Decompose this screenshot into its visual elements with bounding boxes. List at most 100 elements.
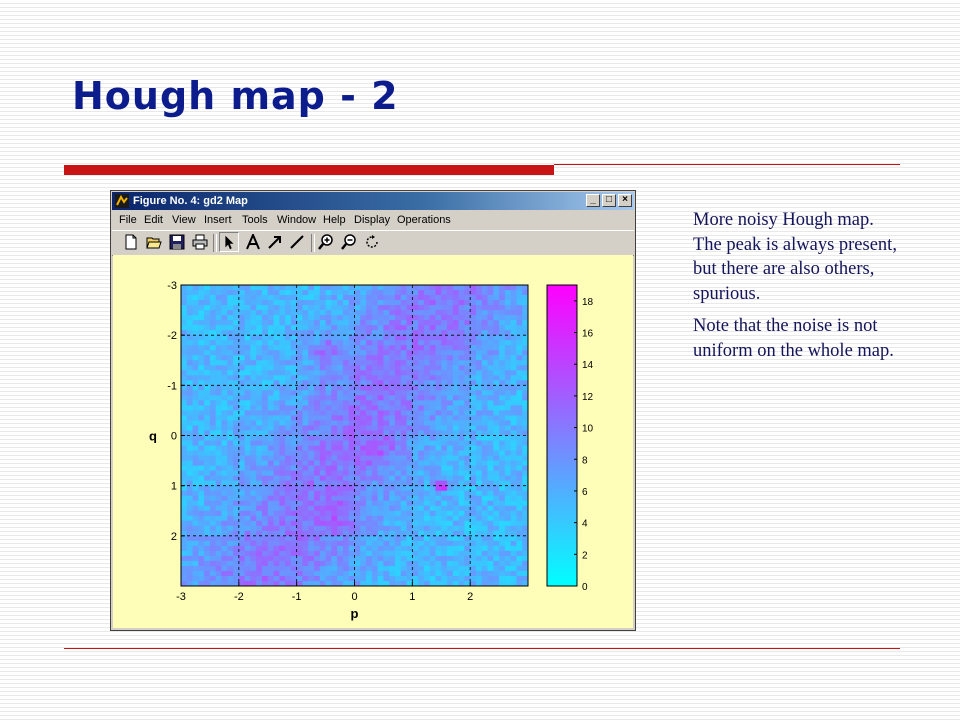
heatmap-cell xyxy=(227,520,234,527)
print-icon[interactable] xyxy=(192,234,208,250)
zoom-in-icon[interactable] xyxy=(318,234,334,250)
heatmap-cell xyxy=(337,295,344,301)
heatmap-cell xyxy=(516,470,523,477)
heatmap-cell xyxy=(238,285,246,291)
menu-file[interactable]: File xyxy=(119,211,137,229)
save-icon[interactable] xyxy=(169,234,185,250)
menu-window[interactable]: Window xyxy=(277,211,316,229)
heatmap-cell xyxy=(499,380,506,386)
heatmap-cell xyxy=(389,420,396,426)
menu-operations[interactable]: Operations xyxy=(397,211,451,229)
heatmap-cell xyxy=(510,470,517,477)
heatmap-cell xyxy=(279,520,286,527)
arrow-insert-icon[interactable] xyxy=(267,234,283,250)
heatmap-cell xyxy=(204,570,211,577)
heatmap-cell xyxy=(423,540,431,547)
heatmap-cell xyxy=(360,565,367,572)
heatmap-cell xyxy=(256,460,263,466)
heatmap-cell xyxy=(360,320,367,326)
heatmap-cell xyxy=(441,545,448,552)
menu-edit[interactable]: Edit xyxy=(144,211,163,229)
heatmap-cell xyxy=(522,365,529,371)
heatmap-cell xyxy=(302,355,309,361)
heatmap-cell xyxy=(394,400,402,406)
heatmap-cell xyxy=(464,550,471,557)
heatmap-cell xyxy=(308,460,315,466)
heatmap-cell xyxy=(435,465,442,472)
heatmap-cell xyxy=(267,290,274,296)
heatmap-cell xyxy=(227,345,234,351)
heatmap-cell xyxy=(233,455,240,461)
heatmap-cell xyxy=(458,465,465,472)
new-file-icon[interactable] xyxy=(123,234,139,250)
minimize-button[interactable]: _ xyxy=(586,194,600,207)
heatmap-cell xyxy=(499,345,506,351)
heatmap-cell xyxy=(314,375,321,381)
heatmap-cell xyxy=(447,455,454,461)
heatmap-cell xyxy=(418,355,425,361)
heatmap-cell xyxy=(285,570,292,577)
heatmap-cell xyxy=(481,560,488,567)
heatmap-cell xyxy=(181,535,188,542)
heatmap-cell xyxy=(337,340,344,346)
heatmap-cell xyxy=(493,400,500,406)
heatmap-cell xyxy=(221,390,228,396)
heatmap-cell xyxy=(470,535,477,542)
menu-help[interactable]: Help xyxy=(323,211,346,229)
heatmap-cell xyxy=(192,570,199,577)
heatmap-cell xyxy=(371,365,379,371)
window-title-bar[interactable]: Figure No. 4: gd2 Map _ □ × xyxy=(112,192,634,210)
heatmap-cell xyxy=(522,370,529,376)
heatmap-cell xyxy=(475,415,483,421)
heatmap-cell xyxy=(285,350,292,356)
menu-display[interactable]: Display xyxy=(354,211,390,229)
line-insert-icon[interactable] xyxy=(289,234,305,250)
heatmap-cell xyxy=(452,345,459,351)
select-arrow-icon[interactable] xyxy=(219,232,239,252)
heatmap-cell xyxy=(325,465,332,472)
maximize-button[interactable]: □ xyxy=(602,194,616,207)
heatmap-cell xyxy=(504,440,512,446)
heatmap-cell xyxy=(441,300,448,306)
heatmap-cell xyxy=(209,295,217,301)
heatmap-cell xyxy=(238,440,246,446)
zoom-out-icon[interactable] xyxy=(341,234,357,250)
heatmap-cell xyxy=(198,565,205,572)
close-button[interactable]: × xyxy=(618,194,632,207)
heatmap-cell xyxy=(296,480,303,487)
heatmap-cell xyxy=(475,300,483,306)
colorbar-tick-label: 10 xyxy=(582,424,594,435)
colorbar-tick-label: 4 xyxy=(582,519,588,530)
heatmap-cell xyxy=(435,300,442,306)
heatmap-cell xyxy=(406,390,413,396)
heatmap-cell xyxy=(238,320,246,326)
heatmap-cell xyxy=(296,335,303,341)
heatmap-cell xyxy=(360,485,367,492)
heatmap-cell xyxy=(233,490,240,497)
heatmap-cell xyxy=(331,405,338,411)
heatmap-cell xyxy=(279,415,286,421)
heatmap-cell xyxy=(360,555,367,562)
heatmap-cell xyxy=(493,325,500,331)
heatmap-cell xyxy=(319,340,326,346)
heatmap-cell xyxy=(377,370,384,376)
heatmap-cell xyxy=(464,490,471,497)
heatmap-cell xyxy=(256,500,263,507)
menu-insert[interactable]: Insert xyxy=(204,211,232,229)
heatmap-cell xyxy=(342,330,350,336)
heatmap-cell xyxy=(423,330,431,336)
open-folder-icon[interactable] xyxy=(146,234,162,250)
heatmap-cell xyxy=(192,490,199,497)
heatmap-cell xyxy=(516,365,523,371)
menu-tools[interactable]: Tools xyxy=(242,211,268,229)
heatmap-cell xyxy=(516,535,523,542)
rotate-icon[interactable] xyxy=(364,234,380,250)
text-insert-icon[interactable] xyxy=(245,234,261,250)
heatmap-cell xyxy=(181,520,188,527)
heatmap-cell xyxy=(331,515,338,522)
heatmap-cell xyxy=(198,360,205,366)
menu-view[interactable]: View xyxy=(172,211,196,229)
heatmap-cell xyxy=(244,365,251,371)
heatmap-cell xyxy=(319,485,326,492)
heatmap-cell xyxy=(244,360,251,366)
